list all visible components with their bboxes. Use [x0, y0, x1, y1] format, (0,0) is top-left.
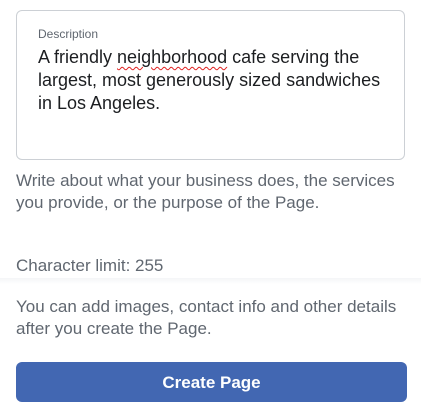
- description-field[interactable]: Description A friendly neighborhood cafe…: [16, 10, 405, 160]
- post-create-info-text: You can add images, contact info and oth…: [16, 297, 397, 338]
- description-help-text: Write about what your business does, the…: [16, 171, 395, 212]
- description-text-start: A friendly: [38, 47, 118, 67]
- section-divider: [0, 278, 421, 284]
- create-page-button[interactable]: Create Page: [16, 362, 407, 402]
- spellcheck-flagged-word[interactable]: neighborhood: [117, 47, 227, 67]
- character-limit-text: Character limit: 255: [16, 256, 164, 275]
- description-label: Description: [38, 27, 99, 41]
- description-input-value[interactable]: A friendly neighborhood cafe serving the…: [38, 46, 384, 115]
